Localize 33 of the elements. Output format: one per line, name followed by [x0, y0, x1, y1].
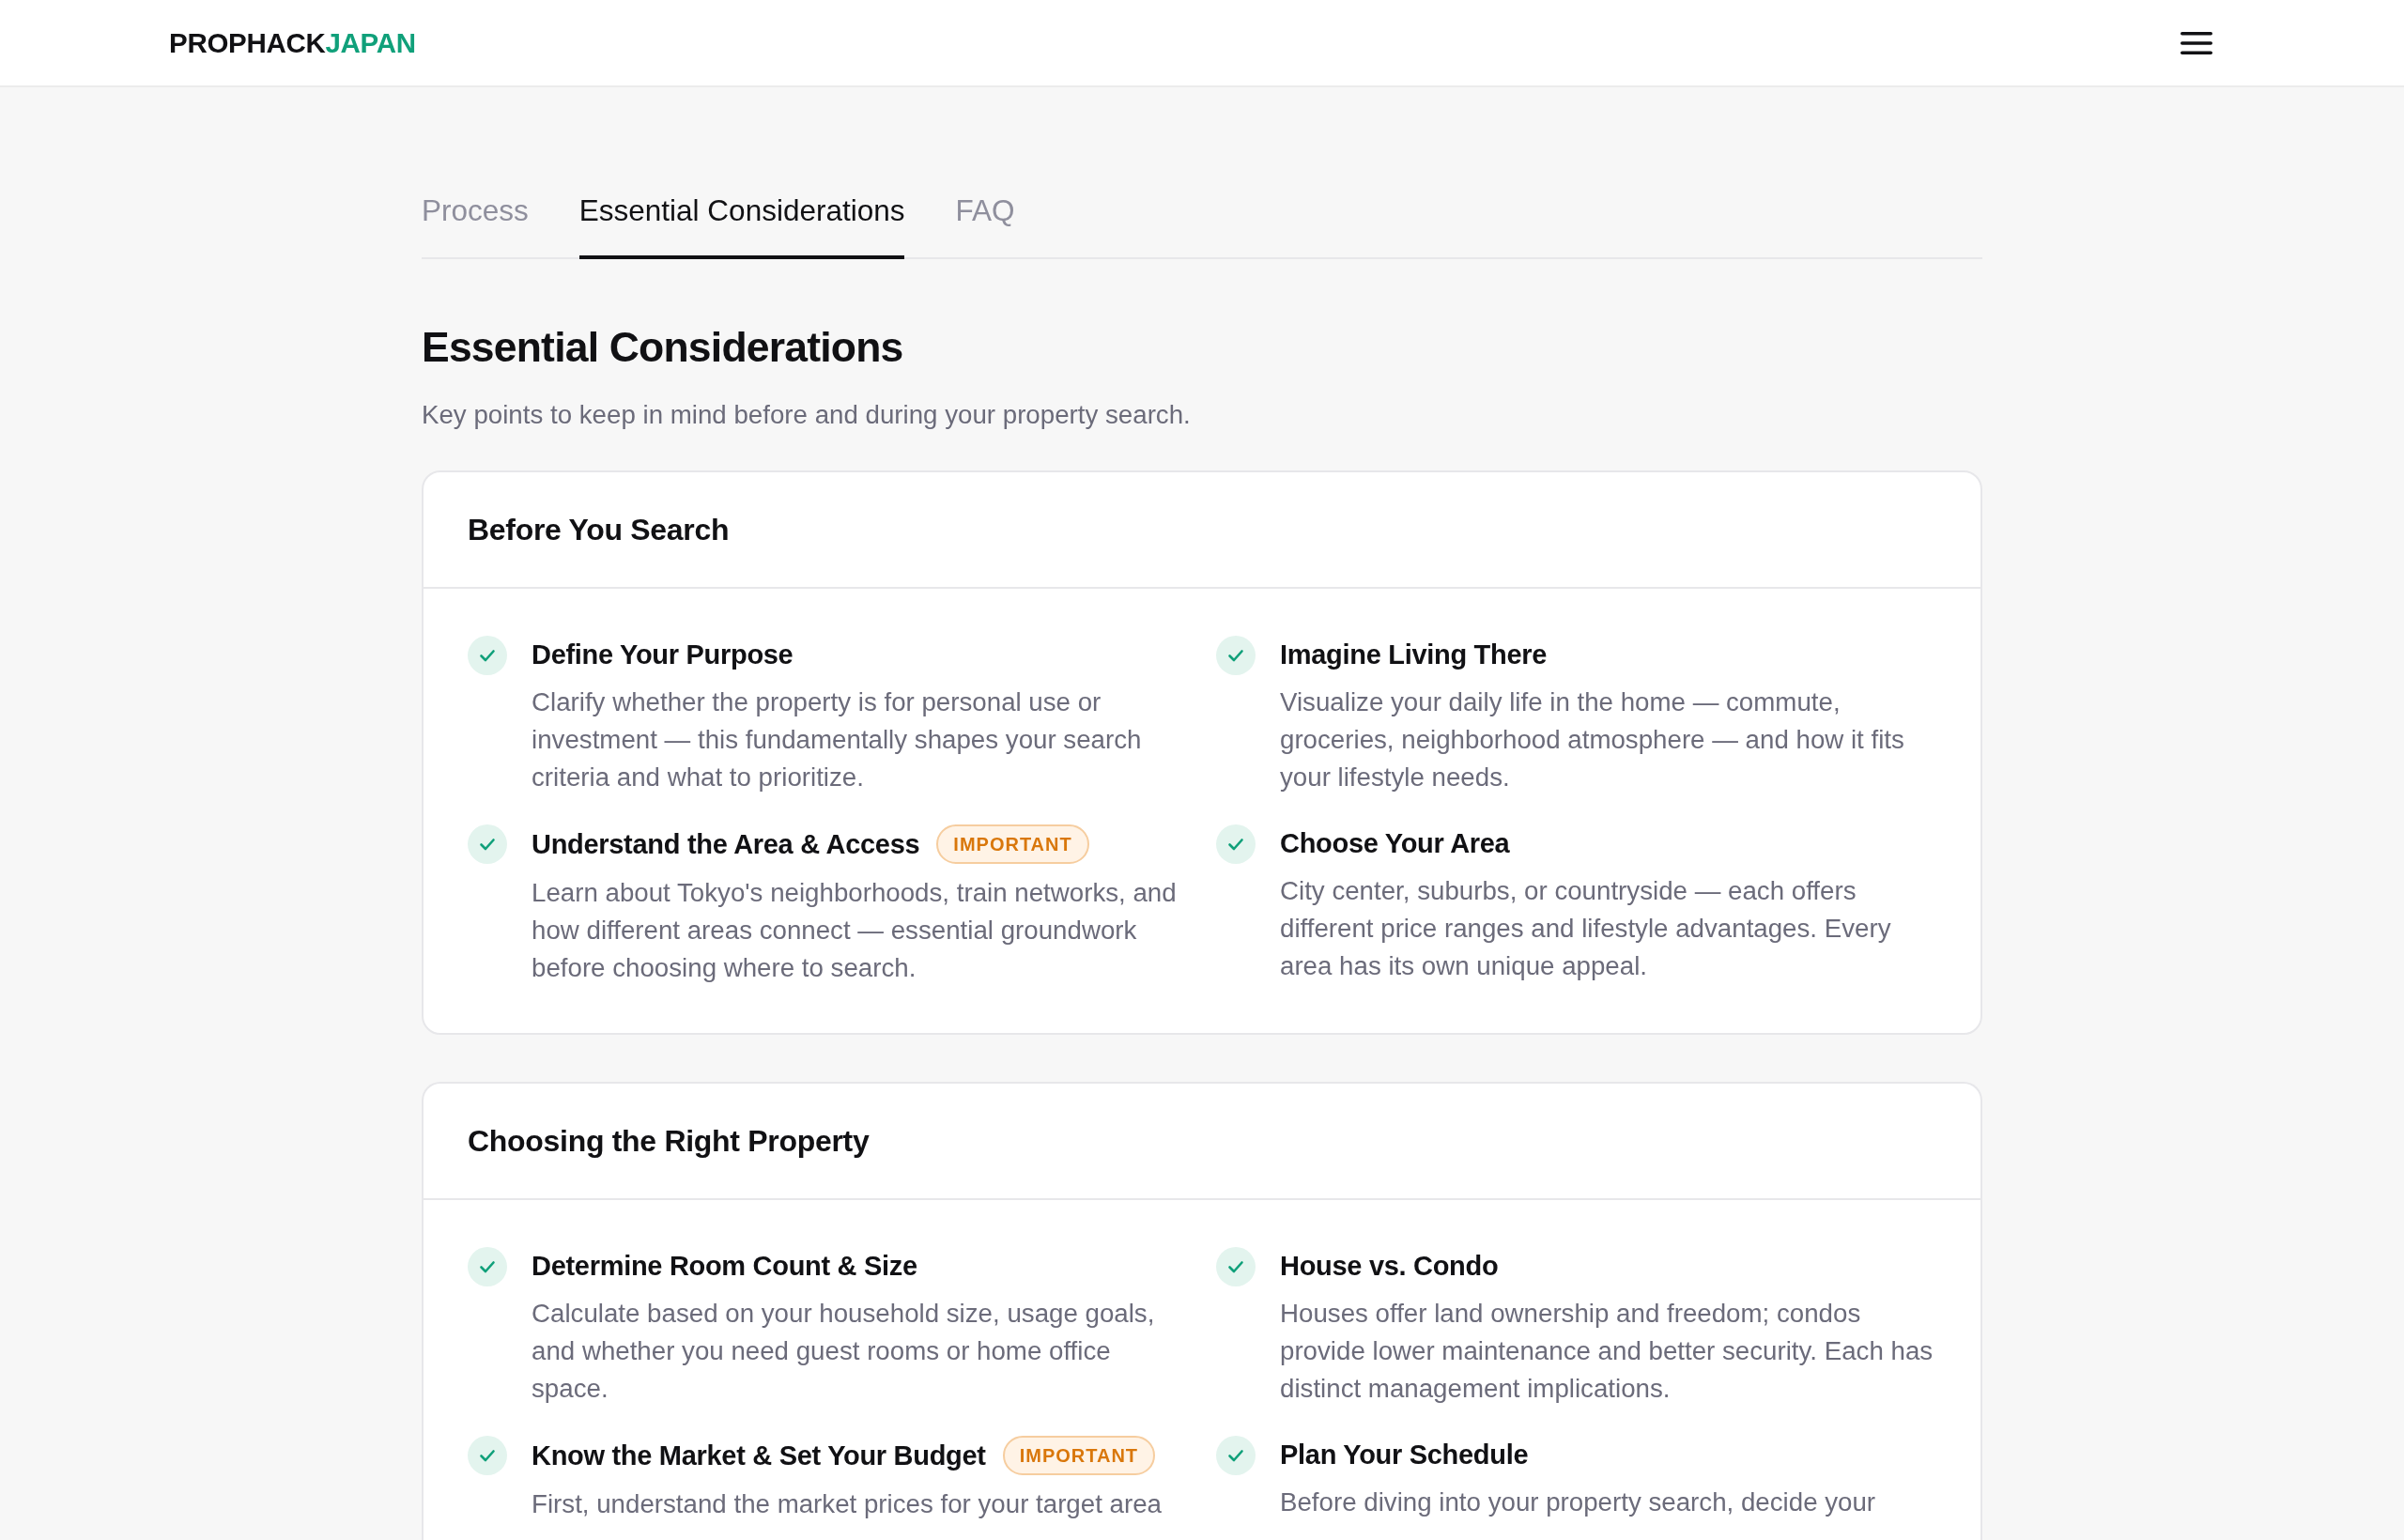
- check-icon: [468, 1247, 507, 1286]
- tab[interactable]: Essential Considerations: [578, 192, 905, 259]
- item-description: Visualize your daily life in the home — commute, groceries, neighborhood atmosphere — and how it fits your lifestyle needs.: [1280, 686, 1905, 793]
- check-icon: [1216, 636, 1256, 675]
- item-title: Define Your Purpose: [532, 639, 794, 671]
- item-title: Understand the Area & Access: [532, 828, 920, 861]
- item-title: Imagine Living There: [1280, 639, 1548, 671]
- check-icon: [1216, 1247, 1256, 1286]
- page-subtitle: Key points to keep in mind before and during your property search.: [422, 399, 1192, 431]
- check-icon: [1216, 824, 1256, 864]
- item-title: Plan Your Schedule: [1280, 1439, 1529, 1471]
- priority-badge: IMPORTANT: [936, 824, 1089, 864]
- check-icon: [468, 636, 507, 675]
- menu-icon: [2181, 31, 2212, 54]
- item-description: First, understand the market prices for your target area: [532, 1488, 1163, 1520]
- item-description: Houses offer land ownership and freedom; condos provide lower maintenance and better security. Each has distinct management implications.: [1280, 1298, 1934, 1405]
- section-title: Before You Search: [468, 512, 730, 548]
- priority-badge: IMPORTANT: [1002, 1436, 1156, 1475]
- item-description: Learn about Tokyo's neighborhoods, train networks, and how different areas connect — essential groundwork before choosing where to search.: [532, 877, 1178, 984]
- item-description: City center, suburbs, or countryside — each offers different price ranges and lifestyle advantages. Every area has its own unique appeal.: [1280, 875, 1892, 982]
- logo[interactable]: PROPHACKJAPAN: [169, 25, 416, 60]
- item-description: Calculate based on your household size, usage goals, and whether you need guest rooms or home office space.: [532, 1298, 1156, 1405]
- section-title: Choosing the Right Property: [468, 1123, 870, 1160]
- item-description: Clarify whether the property is for personal use or investment — this fundamentally shapes your search criteria and what to prioritize.: [532, 686, 1143, 793]
- item-title: House vs. Condo: [1280, 1250, 1499, 1283]
- item-description: Before diving into your property search, decide your: [1280, 1486, 1877, 1518]
- check-icon: [468, 824, 507, 864]
- item-title: Know the Market & Set Your Budget: [532, 1440, 986, 1472]
- item-title: Determine Room Count & Size: [532, 1250, 917, 1283]
- page-title: Essential Considerations: [422, 323, 904, 372]
- check-icon: [468, 1436, 507, 1475]
- item-title: Choose Your Area: [1280, 827, 1510, 860]
- check-icon: [1216, 1436, 1256, 1475]
